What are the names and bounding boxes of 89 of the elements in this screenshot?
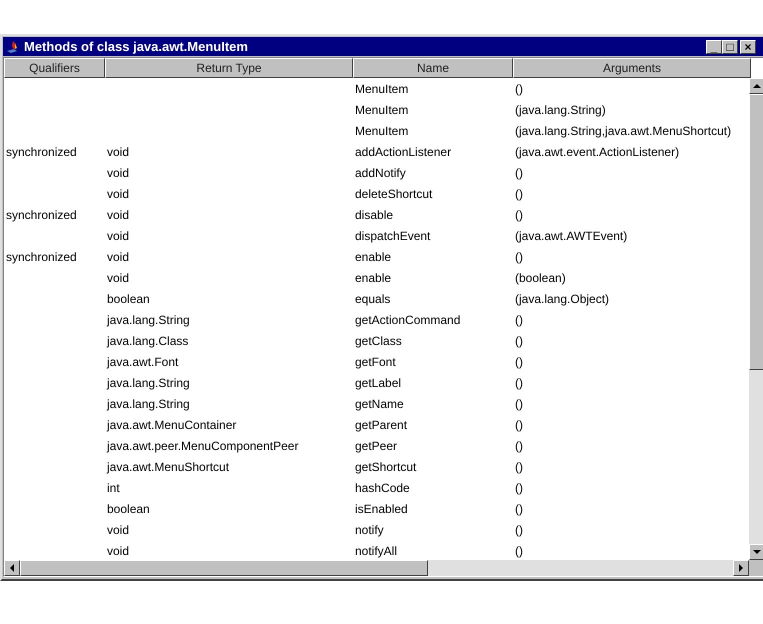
- table-cell: void: [107, 544, 130, 558]
- triangle-right-icon: [737, 563, 745, 573]
- table-cell: addActionListener: [355, 144, 452, 158]
- triangle-down-icon: [752, 548, 762, 556]
- table-cell: java.lang.Class: [107, 334, 188, 348]
- window-title: Methods of class java.awt.MenuItem: [24, 40, 248, 53]
- column-header[interactable]: Qualifiers: [4, 58, 105, 78]
- column-header[interactable]: Arguments: [513, 58, 751, 78]
- table-cell: (): [515, 334, 523, 348]
- table-cell: void: [107, 270, 130, 284]
- table-cell: getShortcut: [355, 460, 416, 474]
- horizontal-scrollbar[interactable]: [4, 560, 763, 576]
- table-cell: (): [515, 418, 523, 432]
- maximize-button[interactable]: □: [722, 40, 738, 54]
- table-cell: void: [107, 208, 130, 222]
- horizontal-scrollbar-thumb[interactable]: [20, 560, 428, 576]
- minimize-button[interactable]: _: [706, 40, 722, 54]
- table-cell: java.awt.Font: [107, 354, 178, 368]
- table-cell: (): [515, 396, 523, 410]
- table-cell: MenuItem: [355, 102, 408, 116]
- table-cell: void: [107, 522, 130, 536]
- table-cell: (): [515, 522, 523, 536]
- table-cell: (): [515, 312, 523, 326]
- table-cell: getClass: [355, 334, 402, 348]
- table-cell: (java.awt.AWTEvent): [515, 228, 628, 242]
- table-cell: (): [515, 480, 523, 494]
- table-cell: synchronized: [6, 144, 77, 158]
- table-cell: hashCode: [355, 480, 410, 494]
- table-cell: getName: [355, 396, 404, 410]
- table-cell: boolean: [107, 292, 150, 306]
- table-cell: java.lang.String: [107, 396, 190, 410]
- table-cell: void: [107, 166, 130, 180]
- table-cell: getFont: [355, 354, 396, 368]
- table-cell: (java.lang.String): [515, 102, 606, 116]
- table-cell: notify: [355, 522, 384, 536]
- table-cell: java.lang.String: [107, 376, 190, 390]
- table-cell: isEnabled: [355, 502, 408, 516]
- scroll-up-button[interactable]: [749, 78, 763, 94]
- table-cell: synchronized: [6, 250, 77, 264]
- table-cell: java.lang.String: [107, 312, 190, 326]
- table-cell: (): [515, 502, 523, 516]
- table-cell: boolean: [107, 502, 150, 516]
- table-cell: getPeer: [355, 438, 398, 452]
- table-cell: (): [515, 460, 523, 474]
- table-cell: (): [515, 82, 523, 96]
- close-button[interactable]: ×: [740, 40, 756, 54]
- table-cell: MenuItem: [355, 124, 408, 138]
- table-cell: (java.awt.event.ActionListener): [515, 144, 680, 158]
- table-cell: void: [107, 228, 130, 242]
- table-cell: (): [515, 376, 523, 390]
- table-cell: (): [515, 186, 523, 200]
- table-cell: java.awt.peer.MenuComponentPeer: [107, 438, 298, 452]
- table-cell: enable: [355, 270, 392, 284]
- table-cell: getParent: [355, 418, 408, 432]
- vertical-scrollbar-thumb[interactable]: [749, 94, 763, 370]
- table-cell: (): [515, 208, 523, 222]
- table-cell: notifyAll: [355, 544, 398, 558]
- table-cell: (): [515, 544, 523, 558]
- table-cell: disable: [355, 208, 394, 222]
- table-cell: int: [107, 480, 120, 494]
- table-cell: void: [107, 144, 130, 158]
- table-cell: equals: [355, 292, 390, 306]
- table-cell: (): [515, 354, 523, 368]
- scroll-down-button[interactable]: [749, 544, 763, 560]
- table-cell: (): [515, 250, 523, 264]
- table-cell: MenuItem: [355, 82, 408, 96]
- table-cell: deleteShortcut: [355, 186, 432, 200]
- triangle-up-icon: [752, 82, 762, 90]
- table-cell: (): [515, 438, 523, 452]
- table-cell: java.awt.MenuShortcut: [107, 460, 230, 474]
- table-cell: (): [515, 166, 523, 180]
- table-cell: getActionCommand: [355, 312, 460, 326]
- table-cell: java.awt.MenuContainer: [107, 418, 236, 432]
- table-cell: (java.lang.Object): [515, 292, 610, 306]
- table-cell: void: [107, 186, 130, 200]
- triangle-left-icon: [8, 563, 16, 573]
- table-cell: void: [107, 250, 130, 264]
- column-header[interactable]: Return Type: [105, 58, 353, 78]
- table-cell: dispatchEvent: [355, 228, 430, 242]
- table-cell: (java.lang.String,java.awt.MenuShortcut): [515, 124, 732, 138]
- table-cell: (boolean): [515, 270, 566, 284]
- table-cell: getLabel: [355, 376, 402, 390]
- scroll-right-button[interactable]: [733, 560, 749, 576]
- table-cell: synchronized: [6, 208, 77, 222]
- column-header[interactable]: Name: [353, 58, 513, 78]
- table-cell: enable: [355, 250, 392, 264]
- scroll-left-button[interactable]: [4, 560, 20, 576]
- vertical-scrollbar[interactable]: [749, 78, 763, 560]
- table-cell: addNotify: [355, 166, 406, 180]
